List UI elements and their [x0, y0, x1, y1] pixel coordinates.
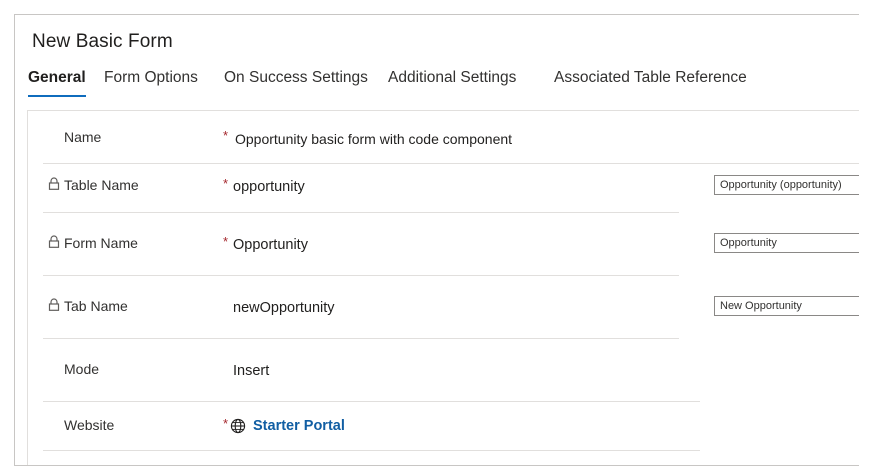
tab-general[interactable]: General: [28, 69, 86, 97]
website-link-text[interactable]: Starter Portal: [253, 418, 345, 434]
form-name-display-input[interactable]: Opportunity: [714, 233, 859, 253]
required-marker: *: [223, 234, 229, 249]
form-window: New Basic Form General Form Options On S…: [14, 14, 859, 466]
name-label: Name: [64, 129, 102, 145]
lock-icon: [48, 177, 60, 190]
table-name-label: Table Name: [64, 177, 139, 193]
globe-icon: [230, 418, 246, 434]
tab-additional-settings[interactable]: Additional Settings: [388, 69, 516, 97]
tab-form-options[interactable]: Form Options: [104, 69, 198, 97]
lock-icon: [48, 235, 60, 248]
tab-associated-table-reference[interactable]: Associated Table Reference: [554, 69, 747, 97]
table-name-display-input[interactable]: Opportunity (opportunity): [714, 175, 859, 195]
mode-field[interactable]: Insert: [233, 363, 269, 379]
required-marker: *: [223, 176, 229, 191]
field-row-name: Name * Opportunity basic form with code …: [43, 111, 859, 164]
field-row-form-name: Form Name * Opportunity Opportunity: [43, 213, 859, 276]
tab-name-field[interactable]: newOpportunity: [233, 300, 335, 316]
field-row-tab-name: Tab Name newOpportunity New Opportunity: [43, 276, 859, 339]
website-label: Website: [64, 417, 115, 433]
website-link[interactable]: Starter Portal: [230, 418, 345, 434]
general-panel: Name * Opportunity basic form with code …: [27, 110, 859, 465]
field-row-mode: Mode Insert: [43, 339, 859, 402]
required-marker: *: [223, 416, 229, 431]
tab-bar: General Form Options On Success Settings…: [15, 69, 859, 99]
lock-icon: [48, 298, 60, 311]
required-marker: *: [223, 128, 229, 143]
name-field[interactable]: Opportunity basic form with code compone…: [235, 131, 512, 147]
field-row-website: Website * Starter Portal: [43, 402, 859, 451]
tab-name-display-input[interactable]: New Opportunity: [714, 296, 859, 316]
form-name-field[interactable]: Opportunity: [233, 237, 308, 253]
mode-label: Mode: [64, 361, 100, 377]
tab-name-label: Tab Name: [64, 298, 128, 314]
form-title: New Basic Form: [32, 31, 173, 52]
form-name-label: Form Name: [64, 235, 138, 251]
table-name-field[interactable]: opportunity: [233, 179, 305, 195]
field-row-table-name: Table Name * opportunity Opportunity (op…: [43, 164, 859, 213]
tab-on-success-settings[interactable]: On Success Settings: [224, 69, 368, 97]
